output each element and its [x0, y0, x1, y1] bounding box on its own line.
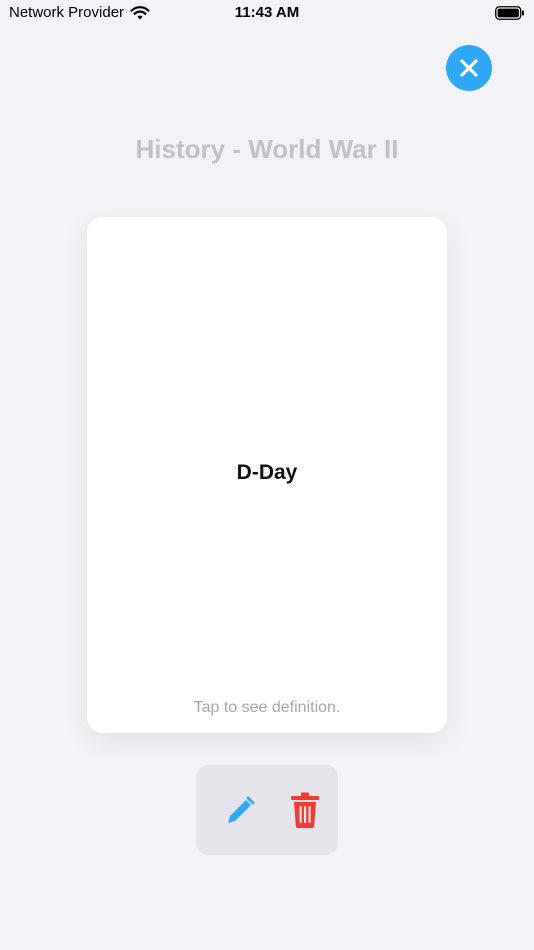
deck-title: History - World War II [135, 134, 399, 164]
card-term: D-Day [236, 461, 298, 484]
card-actions [196, 765, 338, 855]
battery-icon [495, 6, 524, 20]
trash-icon[interactable] [288, 791, 322, 829]
close-icon [460, 59, 478, 77]
status-time: 11:43 AM [234, 4, 300, 21]
close-button[interactable] [446, 45, 492, 91]
status-bar: Network Provider 11:43 AM [0, 0, 534, 28]
flashcard[interactable]: D-Day Tap to see definition. [87, 217, 447, 733]
pencil-icon[interactable] [224, 795, 256, 827]
card-hint: Tap to see definition. [193, 699, 341, 716]
